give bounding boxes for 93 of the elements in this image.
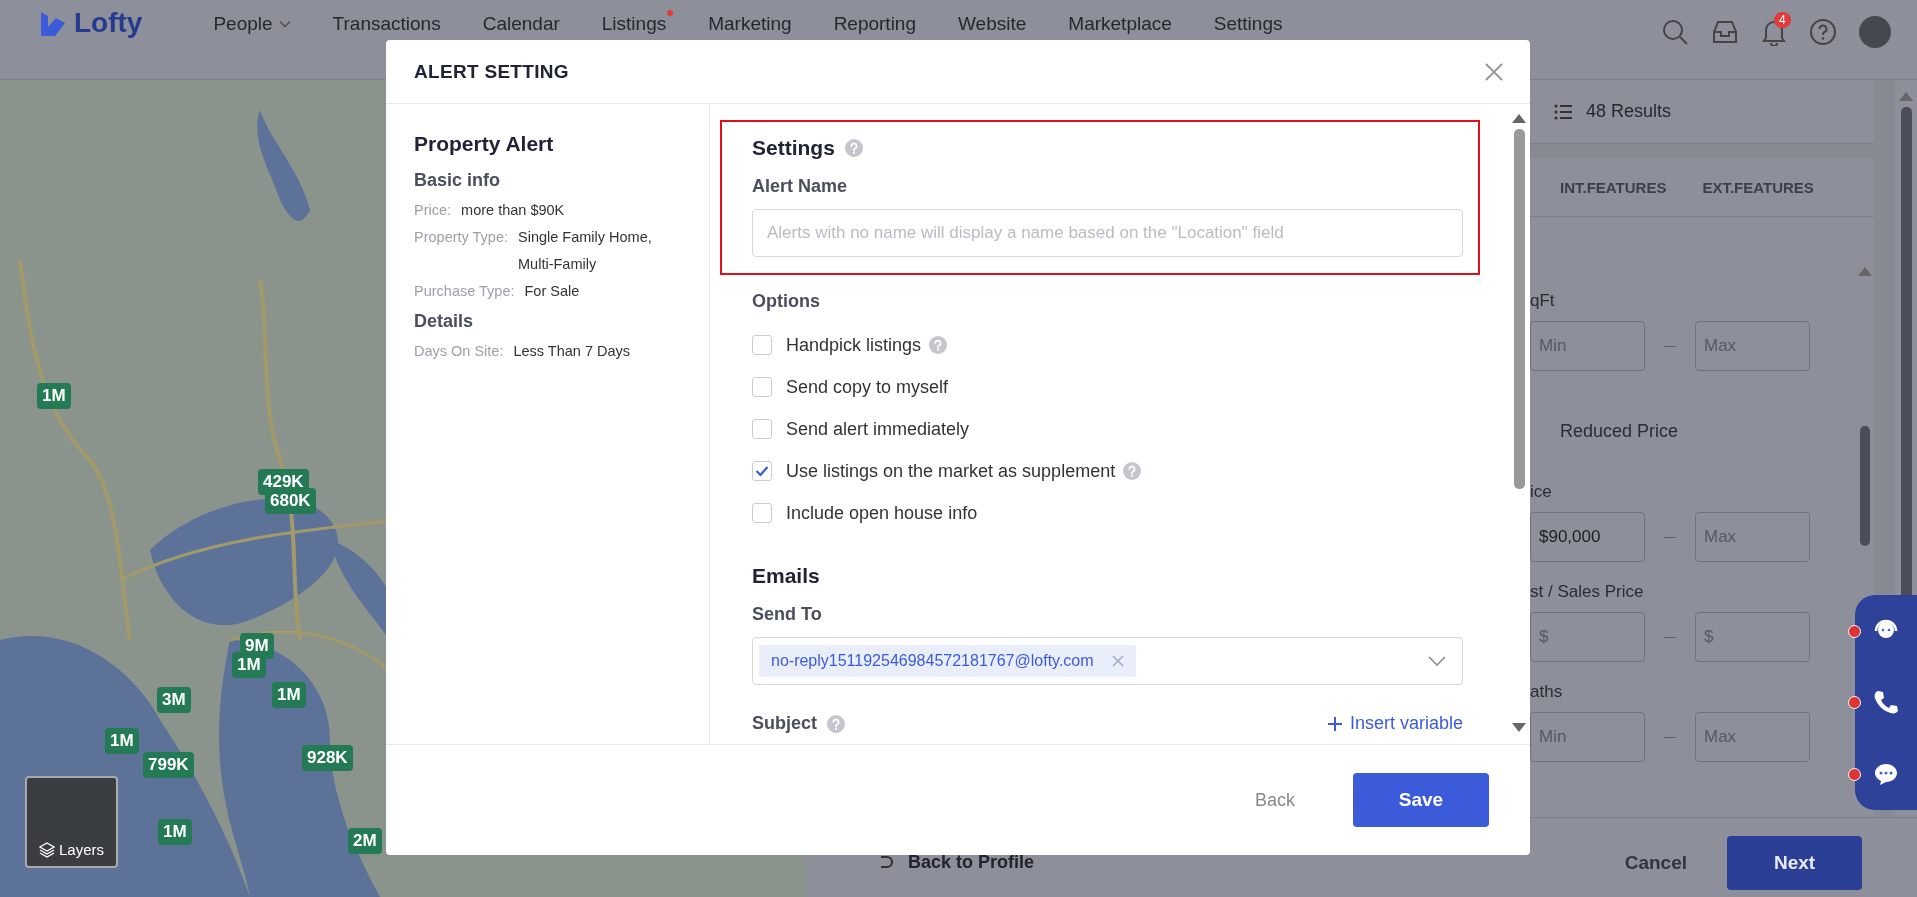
- range-input[interactable]: Min: [1530, 321, 1645, 371]
- field-label: Property Type:: [414, 228, 509, 247]
- checkbox[interactable]: [752, 377, 772, 397]
- range-input[interactable]: $: [1695, 612, 1810, 662]
- price-marker[interactable]: 928K: [302, 745, 353, 771]
- field-label: Days On Site:: [414, 342, 504, 361]
- alert-name-input[interactable]: Alerts with no name will display a name based on the "Location" field: [752, 209, 1463, 257]
- layers-icon: [39, 842, 55, 858]
- filter-label: ice: [1530, 482, 1553, 502]
- help-icon[interactable]: [1123, 462, 1142, 480]
- option-label: Include open house info: [786, 502, 978, 524]
- filter-option[interactable]: Reduced Price: [1560, 421, 1856, 442]
- help-icon[interactable]: [844, 139, 863, 157]
- option-label: Send copy to myself: [786, 376, 949, 398]
- section-heading: Emails: [752, 564, 821, 588]
- remove-icon: [1111, 655, 1124, 667]
- recipient-tag[interactable]: no-reply151192546984572181767@lofty.com: [759, 645, 1136, 677]
- range-dash: [1664, 736, 1676, 738]
- checkbox[interactable]: [752, 503, 772, 523]
- logo-text: Lofty: [74, 7, 143, 39]
- nav-menu-item[interactable]: Calendar: [461, 7, 581, 41]
- field-label: Price:: [414, 201, 452, 220]
- price-marker[interactable]: 1M: [158, 819, 192, 845]
- close-icon[interactable]: [1484, 61, 1504, 82]
- summary-heading: Basic info: [414, 170, 502, 191]
- recipient-email: no-reply151192546984572181767@lofty.com: [771, 652, 1094, 670]
- price-marker[interactable]: 3M: [157, 687, 191, 713]
- chevron-down-icon: [1428, 656, 1446, 666]
- filter-tab[interactable]: EXT.FEATURES: [1702, 178, 1814, 196]
- option-label: Send alert immediately: [786, 418, 970, 440]
- price-marker[interactable]: 1M: [37, 383, 71, 409]
- range-input[interactable]: Min: [1530, 712, 1645, 762]
- range-input[interactable]: Max: [1695, 321, 1810, 371]
- option-label: Use listings on the market as supplement: [786, 460, 1116, 482]
- nav-menu-item[interactable]: People: [192, 7, 312, 41]
- save-button[interactable]: Save: [1353, 773, 1489, 827]
- option-label: Handpick listings: [786, 334, 922, 356]
- next-button[interactable]: Next: [1727, 835, 1862, 890]
- help-icon[interactable]: [827, 714, 845, 733]
- summary-title: Property Alert: [414, 132, 555, 156]
- range-dash: [1664, 536, 1676, 538]
- range-dash: [1664, 345, 1676, 347]
- checkbox[interactable]: [752, 461, 772, 481]
- nav-menu-item[interactable]: Settings: [1192, 7, 1304, 41]
- field-label: Alert Name: [752, 176, 849, 197]
- price-marker[interactable]: 680K: [265, 488, 316, 514]
- summary-heading: Details: [414, 311, 475, 332]
- help-icon[interactable]: [929, 336, 948, 354]
- results-count: 48 Results: [1586, 101, 1672, 122]
- nav-menu-item[interactable]: Marketplace: [1047, 7, 1193, 41]
- field-label: Send To: [752, 604, 823, 625]
- insert-variable-link[interactable]: Insert variable: [1327, 713, 1463, 734]
- checkbox[interactable]: [752, 419, 772, 439]
- range-input[interactable]: $90,000: [1530, 512, 1645, 562]
- back-to-profile-link[interactable]: Back to Profile: [878, 852, 1035, 873]
- notification-count: 4: [1774, 12, 1791, 28]
- price-marker[interactable]: 1M: [232, 652, 266, 678]
- layers-button[interactable]: Layers: [25, 776, 118, 868]
- range-input[interactable]: Max: [1695, 712, 1810, 762]
- range-dash: [1664, 636, 1676, 638]
- back-button[interactable]: Back: [1236, 779, 1313, 821]
- field-label: Subject: [752, 713, 817, 734]
- avatar[interactable]: [1859, 16, 1891, 48]
- field-value: Single Family Home, Multi-Family: [518, 228, 653, 274]
- list-icon: [1554, 103, 1572, 120]
- price-marker[interactable]: 1M: [105, 728, 139, 754]
- search-icon[interactable]: [1661, 18, 1689, 46]
- filter-label: aths: [1530, 682, 1564, 702]
- field-value: For Sale: [524, 282, 580, 301]
- nav-menu-item[interactable]: Marketing: [687, 7, 813, 41]
- filter-tab[interactable]: INT.FEATURES: [1560, 178, 1667, 196]
- range-input[interactable]: $: [1530, 612, 1645, 662]
- field-value: Less Than 7 Days: [513, 342, 631, 361]
- recipient-select[interactable]: no-reply151192546984572181767@lofty.com: [752, 637, 1463, 685]
- field-value: more than $90K: [461, 201, 565, 220]
- price-marker[interactable]: 2M: [348, 828, 382, 854]
- filter-label: qFt: [1530, 291, 1556, 311]
- range-input[interactable]: Max: [1695, 512, 1810, 562]
- help-icon[interactable]: [1809, 18, 1837, 46]
- section-heading: Settings: [752, 136, 835, 160]
- section-label: Options: [752, 291, 821, 312]
- filter-label: st / Sales Price: [1530, 582, 1645, 602]
- nav-menu-item[interactable]: Reporting: [812, 7, 937, 41]
- checkbox[interactable]: [752, 335, 772, 355]
- nav-menu-item[interactable]: Transactions: [311, 7, 462, 41]
- dialog-title: ALERT SETTING: [414, 60, 569, 83]
- price-marker[interactable]: 1M: [272, 682, 306, 708]
- inbox-icon[interactable]: [1711, 19, 1739, 45]
- field-label: Purchase Type:: [414, 282, 515, 301]
- cancel-button[interactable]: Cancel: [1624, 851, 1687, 874]
- plus-icon: [1327, 716, 1342, 731]
- price-marker[interactable]: 799K: [143, 752, 194, 778]
- nav-menu-item[interactable]: Website: [937, 7, 1048, 41]
